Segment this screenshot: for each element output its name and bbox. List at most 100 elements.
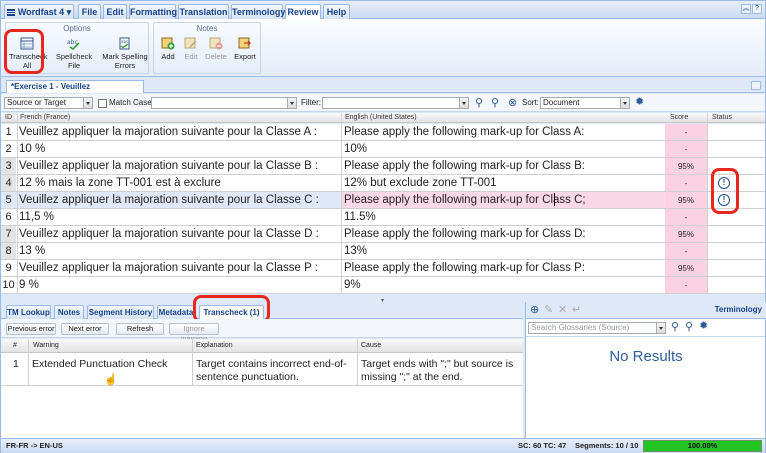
segment-row-2[interactable]: 2 10 % 10% - (1, 141, 765, 158)
collapse-ribbon-icon[interactable]: ︽ (741, 4, 751, 14)
segment-id: 5 (5, 194, 12, 206)
language-pair: FR-FR -> EN-US (6, 441, 63, 450)
status-cell (708, 260, 765, 276)
segment-row-4[interactable]: 4 12 % mais la zone TT-001 est à exclure 1… (1, 175, 765, 192)
target-cell[interactable]: 13% (344, 243, 367, 259)
score-column-header[interactable]: Score (670, 114, 688, 121)
search-options-icon[interactable]: ⚲ (685, 321, 693, 333)
search-icon[interactable]: ⚲ (671, 321, 679, 333)
tab-tm-lookup[interactable]: TM Lookup (6, 305, 51, 319)
refresh-button[interactable]: Refresh (116, 323, 164, 335)
clear-filter-icon[interactable]: ⊗ (508, 97, 517, 109)
ignore-warning-button[interactable]: Ignore warning (169, 323, 219, 343)
source-cell[interactable]: Veuillez appliquer la majoration suivant… (19, 124, 317, 140)
source-cell[interactable]: 10 % (19, 141, 45, 157)
explanation-column-header[interactable]: Explanation (196, 342, 233, 349)
num-column-header[interactable]: # (13, 342, 17, 349)
segment-id: 1 (5, 126, 12, 138)
menu-icon (6, 9, 15, 17)
document-tab[interactable]: *Exercise 1 - Veuillez appliquer.doc (6, 80, 144, 103)
source-cell[interactable]: 13 % (19, 243, 45, 259)
target-column-header[interactable]: English (United States) (345, 114, 417, 121)
source-cell[interactable]: 12 % mais la zone TT-001 est à exclure (19, 175, 221, 191)
source-cell[interactable]: Veuillez appliquer la majoration suivant… (19, 158, 318, 174)
target-cell[interactable]: 9% (344, 277, 361, 293)
column-divider (357, 339, 358, 386)
segment-row-6[interactable]: 6 11,5 % 11.5% - (1, 209, 765, 226)
tab-review[interactable]: Review (285, 4, 321, 20)
sort-select[interactable]: Document (540, 97, 630, 109)
delete-term-icon[interactable]: ✕ (558, 304, 567, 316)
status-cell (708, 141, 765, 157)
target-cell[interactable]: Please apply the following mark-up for C… (344, 226, 586, 242)
search-options-icon[interactable]: ⚲ (491, 97, 499, 109)
warning-column-header[interactable]: Warning (33, 342, 59, 349)
edit-term-icon[interactable]: ✎ (544, 304, 553, 316)
tab-metadata[interactable]: Metadata (157, 305, 195, 319)
segment-row-10[interactable]: 10 9 % 9% - (1, 277, 765, 294)
help-icon[interactable]: ? (752, 4, 762, 14)
target-cell[interactable]: 12% but exclude zone TT-001 (344, 175, 497, 191)
target-cell[interactable]: Please apply the following mark-up for C… (344, 260, 585, 276)
edit-note-button[interactable]: Edit (182, 37, 200, 61)
maximize-icon[interactable] (751, 81, 761, 90)
glossary-search-input[interactable]: Search Glossaries (Source) (528, 322, 666, 334)
mark-spelling-errors-button[interactable]: abc Mark Spelling Errors (102, 37, 148, 70)
tab-translation[interactable]: Translation (178, 4, 229, 19)
sort-label: Sort: (522, 98, 539, 107)
score-cell: 95% (665, 226, 707, 242)
target-cell[interactable]: 10% (344, 141, 367, 157)
segment-row-7[interactable]: 7 Veuillez appliquer la majoration suivan… (1, 226, 765, 243)
column-divider (17, 113, 18, 294)
source-cell[interactable]: Veuillez appliquer la majoration suivant… (19, 260, 318, 276)
export-notes-button[interactable]: Export (232, 37, 258, 61)
target-cell[interactable]: Please apply the following mark-up for C… (344, 124, 584, 140)
target-cell-active[interactable]: Please apply the following mark-up for C… (344, 192, 586, 208)
tab-help[interactable]: Help (323, 4, 350, 19)
warning-row[interactable]: 1 Extended Punctuation Check Target cont… (1, 354, 523, 386)
insert-term-icon[interactable]: ↵ (572, 304, 581, 316)
segment-row-9[interactable]: 9 Veuillez appliquer la majoration suivan… (1, 260, 765, 277)
progress-bar: 100.00% (643, 440, 762, 452)
no-results-message: No Results (609, 348, 683, 365)
app-menu-button[interactable]: Wordfast 4 ▾ (4, 4, 74, 19)
transcheck-toolbar: Previous error Next error Refresh Ignore… (1, 319, 523, 343)
source-column-header[interactable]: French (France) (20, 114, 70, 121)
tab-notes[interactable]: Notes (54, 305, 84, 319)
spellcheck-file-button[interactable]: abc Spellcheck File (52, 37, 96, 70)
tab-file[interactable]: File (78, 4, 101, 19)
wordfast-window: Wordfast 4 ▾ File Edit Formatting Transl… (0, 0, 766, 453)
add-term-icon[interactable]: ⊕ (530, 304, 539, 316)
add-note-button[interactable]: Add (158, 37, 178, 61)
divider (526, 336, 765, 337)
tab-terminology[interactable]: Terminology (231, 4, 285, 19)
source-cell[interactable]: 9 % (19, 277, 39, 293)
target-cell[interactable]: Please apply the following mark-up for C… (344, 158, 585, 174)
search-scope-select[interactable]: Source or Target (4, 97, 93, 109)
previous-error-button[interactable]: Previous error (6, 323, 56, 335)
id-column-header[interactable]: ID (5, 114, 12, 121)
source-cell[interactable]: Veuillez appliquer la majoration suivant… (19, 226, 319, 242)
search-icon[interactable]: ⚲ (475, 97, 483, 109)
source-cell[interactable]: 11,5 % (19, 209, 54, 225)
status-column-header[interactable]: Status (712, 114, 732, 121)
segment-row-8[interactable]: 8 13 % 13% - (1, 243, 765, 260)
match-case-checkbox[interactable] (98, 99, 107, 108)
segment-row-1[interactable]: 1 Veuillez appliquer la majoration suivan… (1, 124, 765, 141)
delete-note-button[interactable]: Delete (204, 37, 228, 61)
gear-icon[interactable]: ✹ (699, 320, 708, 332)
tab-formatting[interactable]: Formatting (129, 4, 177, 19)
chevron-down-icon (656, 323, 665, 333)
segment-row-3[interactable]: 3 Veuillez appliquer la majoration suivan… (1, 158, 765, 175)
target-cell[interactable]: 11.5% (344, 209, 376, 225)
tab-segment-history[interactable]: Segment History (87, 305, 154, 319)
score-cell: - (665, 243, 707, 259)
next-error-button[interactable]: Next error (61, 323, 109, 335)
gear-icon[interactable]: ✹ (635, 96, 644, 108)
filter-input[interactable] (322, 97, 469, 109)
tab-edit[interactable]: Edit (103, 4, 127, 19)
cause-column-header[interactable]: Cause (361, 342, 381, 349)
search-input[interactable] (151, 97, 297, 109)
segment-row-5[interactable]: 5 Veuillez appliquer la majoration suivan… (1, 192, 765, 209)
source-cell[interactable]: Veuillez appliquer la majoration suivant… (19, 192, 319, 208)
